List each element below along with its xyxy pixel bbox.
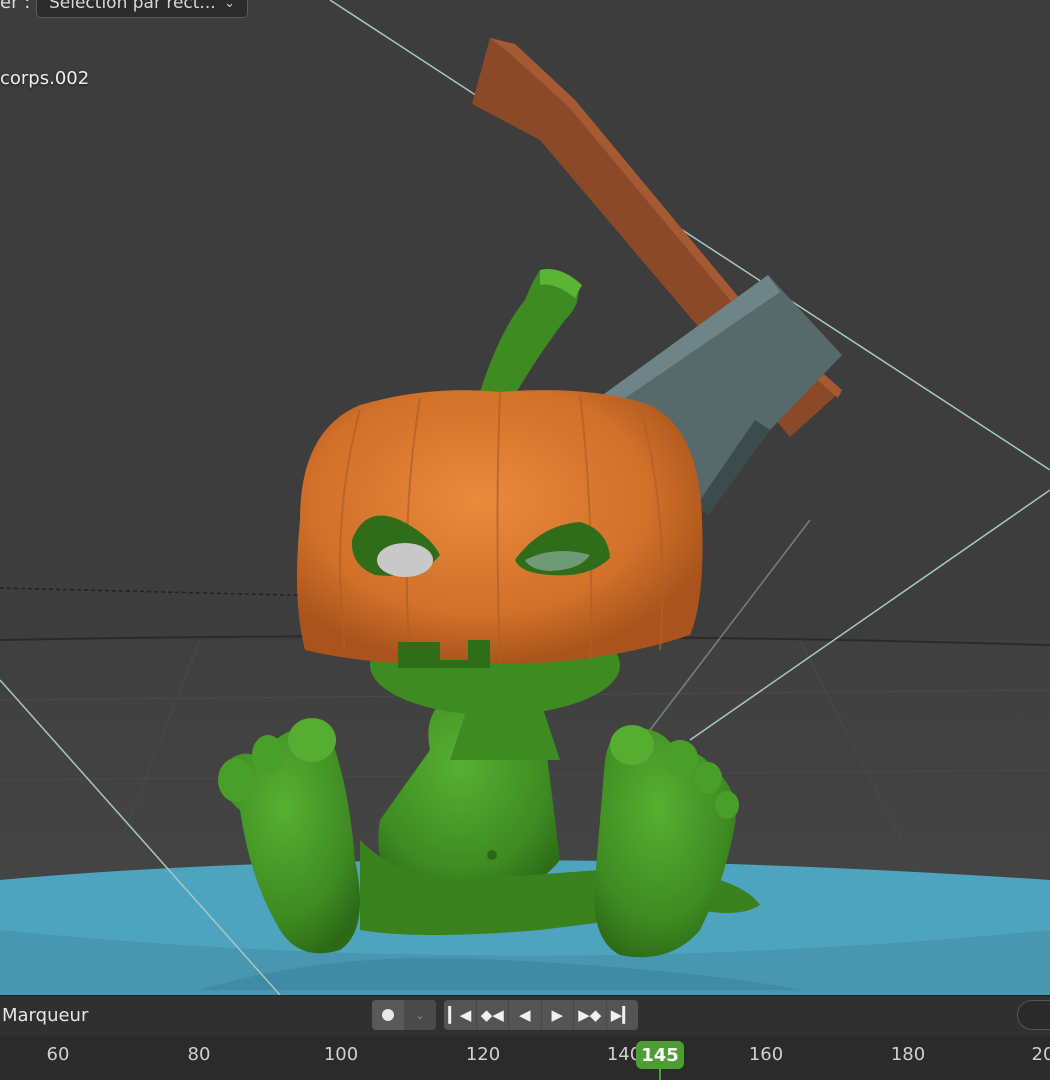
header-label: er : xyxy=(0,0,31,13)
prev-keyframe-button[interactable]: ◆◀ xyxy=(477,1000,509,1030)
frame-ruler[interactable]: 60 80 100 120 140 160 180 20 145 xyxy=(0,1036,1050,1080)
jump-start-icon: ▎◀ xyxy=(448,1006,472,1024)
auto-keying-group: ⌄ xyxy=(372,1000,436,1030)
3d-viewport[interactable]: er : Sélection par rect... ⌄ corps.002 xyxy=(0,0,1050,995)
record-icon xyxy=(382,1009,394,1021)
frame-tick: 60 xyxy=(46,1044,70,1065)
chevron-down-icon: ⌄ xyxy=(224,0,235,11)
jump-end-button[interactable]: ▶▎ xyxy=(607,1000,639,1030)
frame-tick: 20 xyxy=(1031,1044,1050,1065)
keying-options-dropdown[interactable]: ⌄ xyxy=(404,1000,436,1030)
selection-mode-value: Sélection par rect... xyxy=(49,0,216,13)
playhead-frame-badge[interactable]: 145 xyxy=(636,1041,684,1069)
play-icon: ▶ xyxy=(551,1006,564,1024)
chevron-down-icon: ⌄ xyxy=(415,1008,425,1022)
next-keyframe-icon: ▶◆ xyxy=(578,1006,602,1024)
selection-mode-dropdown[interactable]: Sélection par rect... ⌄ xyxy=(36,0,248,18)
next-keyframe-button[interactable]: ▶◆ xyxy=(574,1000,607,1030)
scene-render xyxy=(0,0,1050,995)
timeline-header: Marqueur ⌄ ▎◀ ◆◀ ◀ ▶ ▶◆ ▶▎ xyxy=(0,995,1050,1036)
play-button[interactable]: ▶ xyxy=(542,1000,574,1030)
jump-end-icon: ▶▎ xyxy=(610,1006,634,1024)
record-button[interactable] xyxy=(372,1000,404,1030)
play-reverse-button[interactable]: ◀ xyxy=(509,1000,542,1030)
jump-start-button[interactable]: ▎◀ xyxy=(444,1000,477,1030)
playback-controls: ▎◀ ◆◀ ◀ ▶ ▶◆ ▶▎ xyxy=(444,1000,638,1030)
play-reverse-icon: ◀ xyxy=(518,1006,531,1024)
frame-tick: 120 xyxy=(465,1044,501,1065)
current-frame-field[interactable] xyxy=(1017,1000,1050,1030)
frame-tick: 180 xyxy=(890,1044,926,1065)
frame-tick: 160 xyxy=(748,1044,784,1065)
marker-menu[interactable]: Marqueur xyxy=(2,1005,88,1026)
prev-keyframe-icon: ◆◀ xyxy=(480,1006,504,1024)
playhead-line[interactable] xyxy=(659,1069,661,1080)
active-object-name: corps.002 xyxy=(0,68,90,89)
frame-tick: 100 xyxy=(323,1044,359,1065)
frame-tick: 80 xyxy=(187,1044,211,1065)
